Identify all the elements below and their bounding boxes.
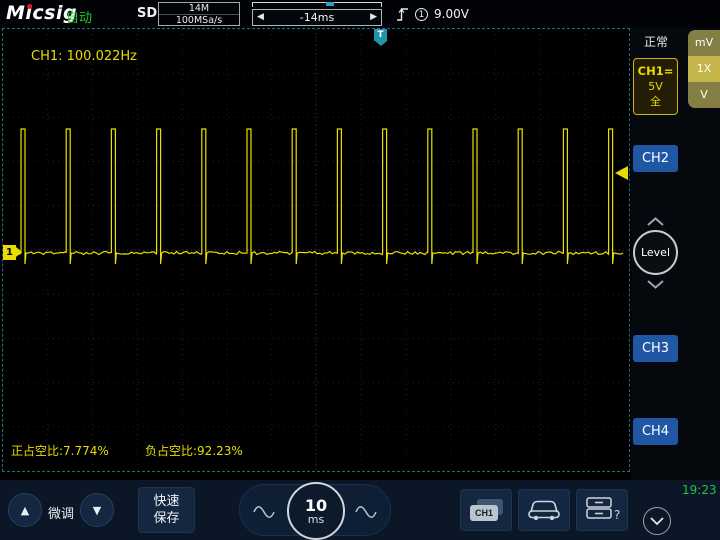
channel-select-button[interactable]: CH1 — [460, 489, 512, 531]
ch3-channel-button[interactable]: CH3 — [633, 335, 678, 362]
trigger-level-knob[interactable]: Level — [633, 230, 678, 275]
drawer-stack-icon: ? — [586, 496, 620, 522]
trigger-status[interactable]: 1 9.00V — [396, 4, 469, 24]
scale-up-button[interactable]: ▲ — [8, 493, 42, 527]
trigger-mode-label[interactable]: 正常 — [644, 33, 668, 50]
positive-duty-readout: 正占空比:7.774% — [11, 444, 109, 458]
ch2-channel-button[interactable]: CH2 — [633, 145, 678, 172]
horizontal-offset-box[interactable]: ◀ -14ms ▶ — [252, 9, 382, 26]
bottom-toolbar: ▲ 微调 ▼ 快速 保存 10 ms CH1 ? 19:23 — [0, 480, 720, 540]
chevron-down-icon — [650, 517, 664, 526]
collapse-menu-button[interactable] — [643, 507, 671, 535]
help-question-mark: ? — [614, 508, 620, 522]
logo-red-dot-icon — [27, 4, 32, 9]
ch1-frequency-readout: CH1: 100.022Hz — [31, 49, 137, 64]
level-up-chevron-icon[interactable] — [647, 217, 664, 226]
scale-mv-button[interactable]: mV — [688, 30, 720, 56]
memory-depth-box[interactable]: 14M 100MSa/s — [158, 2, 240, 26]
fine-tune-label: 微调 — [47, 507, 74, 522]
timebase-control[interactable]: 10 ms — [239, 482, 391, 540]
top-status-bar: Micsig 自动 SD 14M 100MSa/s ◀ -14ms ▶ 1 9.… — [0, 0, 720, 28]
ch1-label: CH1 — [637, 64, 664, 78]
vertical-scale-selector: mV 1X V — [688, 30, 720, 108]
car-icon — [528, 500, 560, 520]
quick-save-line1: 快速 — [153, 494, 180, 509]
scale-down-button[interactable]: ▼ — [80, 493, 114, 527]
ch4-channel-button[interactable]: CH4 — [633, 418, 678, 445]
sine-wave-right-icon — [355, 506, 377, 518]
auto-vehicle-mode-button[interactable] — [518, 489, 570, 531]
sd-card-indicator: SD — [137, 6, 158, 21]
hpos-left-arrow-icon[interactable]: ◀ — [257, 10, 264, 25]
waveform-display: CH1: 100.022Hz 正占空比:7.774% 负占空比:92.23% 1… — [2, 28, 630, 472]
ch1-channel-button[interactable]: CH1= 5V 全 — [633, 58, 678, 115]
oscilloscope-screen: Micsig 自动 SD 14M 100MSa/s ◀ -14ms ▶ 1 9.… — [0, 0, 720, 540]
trigger-level-value: 9.00V — [434, 7, 469, 21]
trigger-level-arrow-icon[interactable] — [615, 166, 628, 180]
horizontal-position-control[interactable]: ◀ -14ms ▶ — [252, 1, 382, 27]
trigger-source-badge: 1 — [415, 7, 428, 21]
trigger-position-marker[interactable]: T — [374, 29, 387, 46]
acquisition-mode-label[interactable]: 自动 — [66, 7, 92, 26]
right-control-panel: 正常 mV 1X V CH1= 5V 全 CH2 Level CH3 CH4 — [631, 28, 720, 480]
negative-duty-readout: 负占空比:92.23% — [145, 444, 243, 458]
ch1-coupling-icon: = — [663, 64, 674, 78]
ch1-bandwidth-value: 全 — [650, 95, 661, 108]
ch1-scale-value: 5V — [648, 80, 663, 93]
hpos-right-arrow-icon[interactable]: ▶ — [370, 10, 377, 25]
storage-help-button[interactable]: ? — [576, 489, 628, 531]
memory-window-bracket — [252, 2, 382, 7]
clock-readout: 19:23 — [682, 483, 717, 497]
timebase-unit: ms — [307, 512, 325, 526]
sample-rate-value: 100MSa/s — [175, 15, 223, 26]
ch1-ground-marker[interactable]: 1 — [3, 245, 22, 260]
probe-1x-button[interactable]: 1X — [688, 56, 720, 82]
quick-save-button[interactable]: 快速 保存 — [138, 487, 195, 533]
quick-save-line2: 保存 — [153, 511, 180, 526]
sine-wave-left-icon — [253, 506, 275, 518]
timebase-value: 10 — [304, 495, 328, 515]
level-down-chevron-icon[interactable] — [647, 280, 664, 289]
ch1-waveform — [8, 128, 624, 265]
timebase-knob[interactable]: 10 ms — [287, 482, 345, 540]
horizontal-offset-value: -14ms — [299, 11, 335, 24]
trigger-rising-edge-icon — [397, 7, 408, 21]
scale-v-button[interactable]: V — [688, 82, 720, 108]
memory-depth-value: 14M — [159, 3, 239, 15]
channel-chip-label: CH1 — [470, 505, 498, 521]
memory-window-marker-icon — [326, 2, 334, 6]
